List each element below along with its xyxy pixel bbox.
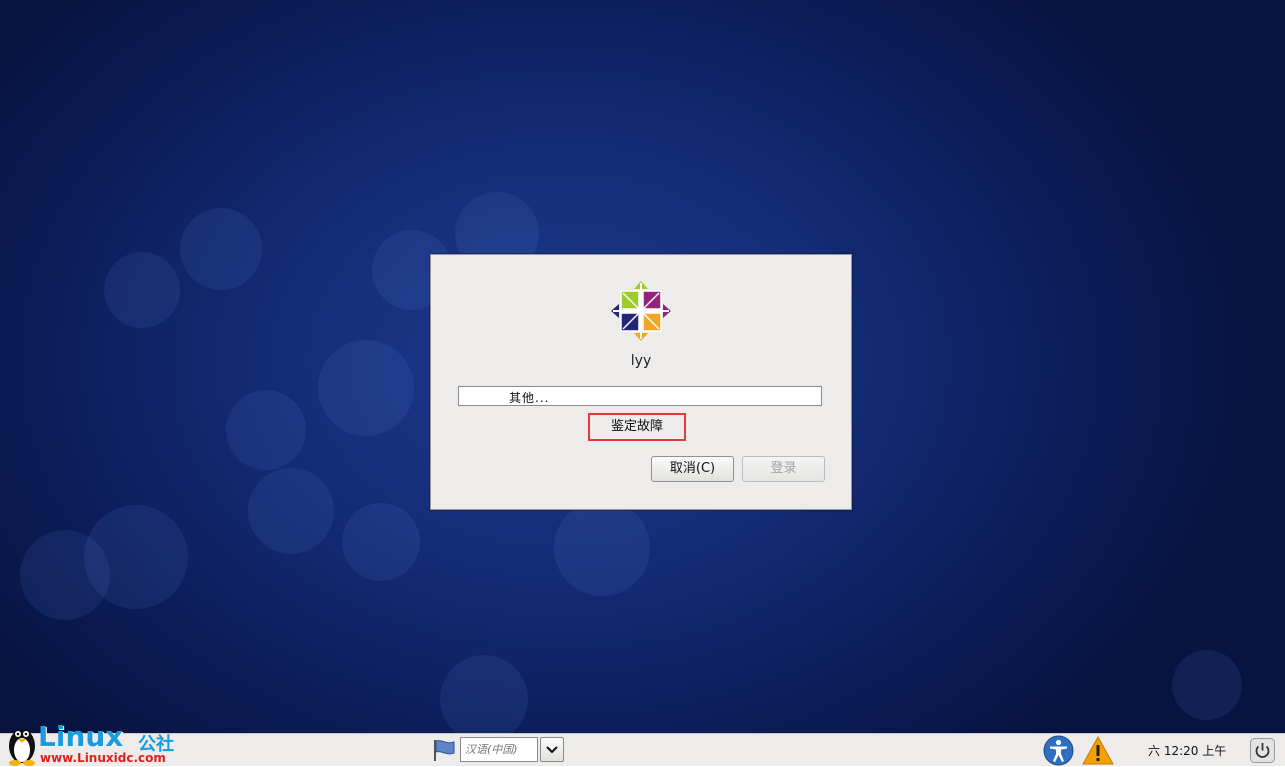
bokeh-circle — [342, 503, 420, 581]
desktop-background: lyy 其他... 鉴定故障 取消(C) 登录 — [0, 0, 1285, 733]
power-icon[interactable] — [1250, 738, 1275, 763]
language-select[interactable]: 汉语(中国) — [460, 737, 538, 762]
watermark-url: www.Linuxidc.com — [40, 751, 166, 765]
language-dropdown-button[interactable] — [540, 737, 564, 762]
selected-username: lyy — [630, 353, 652, 369]
user-list[interactable]: 其他... — [458, 386, 822, 406]
bokeh-circle — [1172, 650, 1242, 720]
user-list-item-other[interactable]: 其他... — [509, 389, 549, 406]
centos-logo-icon — [611, 281, 671, 341]
bokeh-circle — [554, 500, 650, 596]
language-flag-icon[interactable] — [432, 739, 456, 761]
bokeh-circle — [248, 468, 334, 554]
bokeh-circle — [20, 530, 110, 620]
bokeh-circle — [104, 252, 180, 328]
login-button[interactable]: 登录 — [742, 456, 825, 482]
bokeh-circle — [180, 208, 262, 290]
clock[interactable]: 六 12:20 上午 — [1148, 742, 1226, 759]
login-dialog: lyy 其他... 鉴定故障 取消(C) 登录 — [430, 254, 852, 510]
bottom-panel: Linux 公社 www.Linuxidc.com 汉语(中国) 六 12:20… — [0, 722, 1285, 767]
watermark-logo: Linux 公社 www.Linuxidc.com — [2, 722, 202, 767]
watermark-brand: Linux — [38, 720, 124, 753]
bokeh-circle — [226, 390, 306, 470]
bokeh-circle — [318, 340, 414, 436]
troubleshoot-button[interactable]: 鉴定故障 — [588, 413, 686, 441]
cancel-button[interactable]: 取消(C) — [651, 456, 734, 482]
penguin-icon — [9, 729, 35, 766]
chevron-down-icon — [546, 746, 558, 754]
bokeh-circle — [440, 655, 528, 733]
accessibility-icon[interactable] — [1043, 735, 1074, 766]
warning-icon[interactable] — [1082, 736, 1114, 765]
